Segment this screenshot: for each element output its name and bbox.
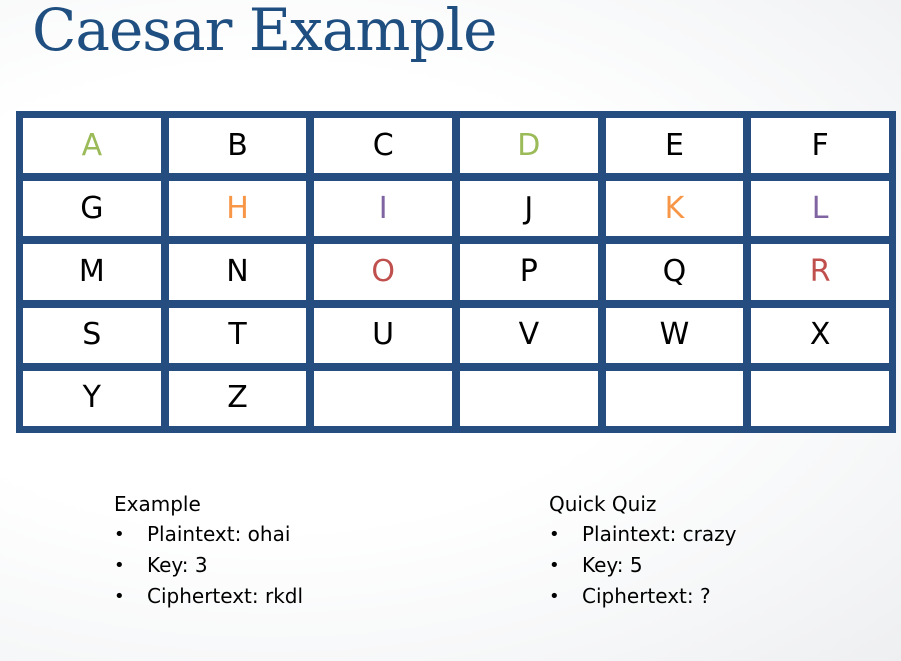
grid-cell: U [314,307,452,363]
grid-cell: C [314,118,452,174]
grid-cell: L [751,181,889,237]
grid-cell: G [23,181,161,237]
list-item: • Key: 5 [549,550,736,581]
grid-cell: N [168,244,307,300]
grid-cell: D [460,118,598,174]
list-item: • Plaintext: crazy [549,519,736,550]
example-list: • Plaintext: ohai • Key: 3 • Ciphertext:… [114,519,303,612]
quiz-heading: Quick Quiz [549,492,657,516]
grid-cell: A [23,118,161,174]
bullet-icon: • [114,524,125,545]
grid-cell: O [314,244,452,300]
grid-cell: H [168,181,307,237]
grid-cell: J [460,181,598,237]
alphabet-grid: A B C D E F G H I J K L M N O P Q R S T … [16,111,896,433]
grid-cell: W [605,307,744,363]
grid-cell: Q [605,244,744,300]
grid-cell-empty [751,370,889,426]
grid-cell: S [23,307,161,363]
example-panel: Example • Plaintext: ohai • Key: 3 • Cip… [114,490,303,612]
bullet-icon: • [549,555,560,576]
grid-cell: Z [168,370,307,426]
grid-cell: B [168,118,307,174]
grid-cell-empty [314,370,452,426]
grid-cell: X [751,307,889,363]
quiz-panel: Quick Quiz • Plaintext: crazy • Key: 5 •… [549,490,736,612]
grid-cell-empty [460,370,598,426]
grid-cell: I [314,181,452,237]
grid-cell: V [460,307,598,363]
grid-cell: K [605,181,744,237]
quiz-ciphertext: Ciphertext: ? [582,584,711,608]
grid-cell-empty [605,370,744,426]
bullet-icon: • [114,555,125,576]
example-key: Key: 3 [147,553,208,577]
example-ciphertext: Ciphertext: rkdl [147,584,304,608]
quiz-key: Key: 5 [582,553,643,577]
list-item: • Key: 3 [114,550,303,581]
bullet-icon: • [549,586,560,607]
grid-cell: M [23,244,161,300]
grid-cell: Y [23,370,161,426]
slide-title: Caesar Example [32,0,497,64]
example-heading: Example [114,492,201,516]
example-plaintext: Plaintext: ohai [147,522,291,546]
bullet-icon: • [114,586,125,607]
list-item: • Ciphertext: rkdl [114,581,303,612]
quiz-plaintext: Plaintext: crazy [582,522,737,546]
quiz-list: • Plaintext: crazy • Key: 5 • Ciphertext… [549,519,736,612]
list-item: • Plaintext: ohai [114,519,303,550]
grid-cell: E [605,118,744,174]
bullet-icon: • [549,524,560,545]
grid-cell: P [460,244,598,300]
grid-cell: R [751,244,889,300]
list-item: • Ciphertext: ? [549,581,736,612]
grid-cell: T [168,307,307,363]
grid-cell: F [751,118,889,174]
